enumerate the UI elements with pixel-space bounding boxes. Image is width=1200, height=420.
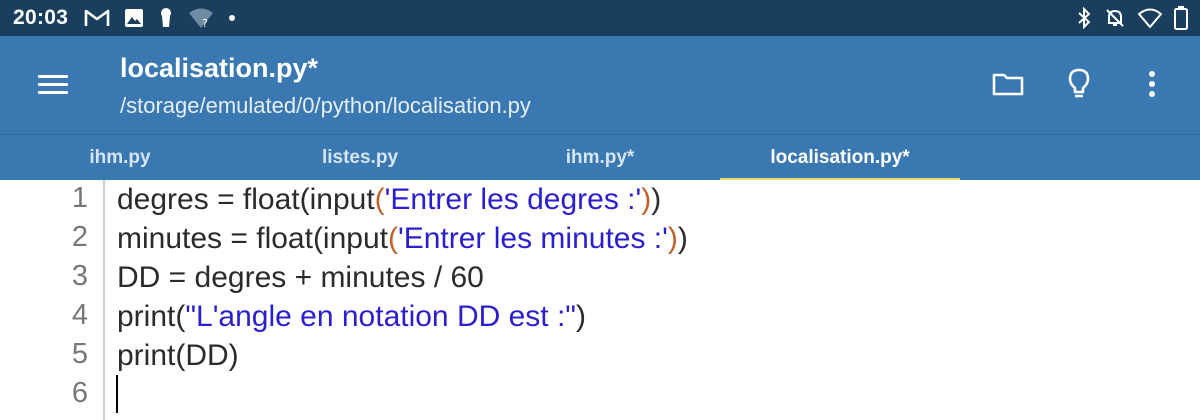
tab-bar: ihm.py listes.py ihm.py* localisation.py… [0, 134, 1200, 181]
tab-ihm-py[interactable]: ihm.py [0, 135, 240, 181]
svg-text:?: ? [202, 17, 208, 29]
line-number: 3 [71, 260, 88, 292]
lightbulb-button[interactable] [1061, 66, 1097, 102]
code-line[interactable]: 5 print(DD) [0, 336, 1200, 375]
menu-button[interactable] [36, 68, 70, 102]
code-text[interactable]: degres = float(input('Entrer les degres … [117, 180, 661, 219]
lightbulb-icon [1068, 68, 1090, 98]
status-time: 20:03 [13, 6, 69, 29]
gmail-icon [84, 8, 110, 28]
status-bar: 20:03 ? [0, 0, 1200, 36]
line-number: 6 [71, 377, 88, 409]
code-line[interactable]: 1 degres = float(input('Entrer les degre… [0, 180, 1200, 219]
code-line[interactable]: 2 minutes = float(input('Entrer les minu… [0, 219, 1200, 258]
code-line[interactable]: 4 print("L'angle en notation DD est :") [0, 297, 1200, 336]
text-cursor [116, 375, 118, 413]
menu-icon-bar [38, 83, 68, 86]
folder-icon [992, 73, 1024, 96]
line-number: 4 [71, 299, 88, 331]
code-editor[interactable]: 1 degres = float(input('Entrer les degre… [0, 180, 1200, 420]
folder-button[interactable] [990, 66, 1026, 102]
status-right-icons [1064, 6, 1188, 30]
wifi-icon [1138, 8, 1162, 28]
bell-off-icon [1104, 7, 1126, 29]
code-line[interactable]: 3 DD = degres + minutes / 60 [0, 258, 1200, 297]
keyhole-icon [158, 7, 174, 29]
code-text[interactable]: print(DD) [117, 336, 239, 375]
menu-icon-bar [38, 91, 68, 94]
image-icon [124, 8, 144, 28]
page-title: localisation.py* [120, 53, 319, 83]
line-number: 5 [71, 338, 88, 370]
code-text[interactable]: minutes = float(input('Entrer les minute… [117, 219, 688, 258]
tab-ihm-py-modified[interactable]: ihm.py* [480, 135, 720, 181]
status-left-icons: ? [84, 6, 250, 30]
tab-listes-py[interactable]: listes.py [240, 135, 480, 181]
more-options-button[interactable] [1134, 66, 1170, 102]
bluetooth-icon [1076, 7, 1092, 29]
battery-icon [1174, 6, 1188, 30]
dot-icon [228, 14, 236, 22]
line-number: 2 [71, 221, 88, 253]
menu-icon-bar [38, 75, 68, 78]
code-text[interactable]: DD = degres + minutes / 60 [117, 258, 484, 297]
line-number: 1 [71, 182, 88, 214]
code-text[interactable]: print("L'angle en notation DD est :") [117, 297, 586, 336]
more-vert-icon [1149, 71, 1155, 97]
app-bar: localisation.py* /storage/emulated/0/pyt… [0, 36, 1200, 134]
tab-localisation-py[interactable]: localisation.py* [720, 135, 960, 181]
file-path: /storage/emulated/0/python/localisation.… [120, 93, 531, 118]
code-line[interactable]: 6 [0, 375, 1200, 414]
wifi-question-icon: ? [188, 7, 214, 29]
